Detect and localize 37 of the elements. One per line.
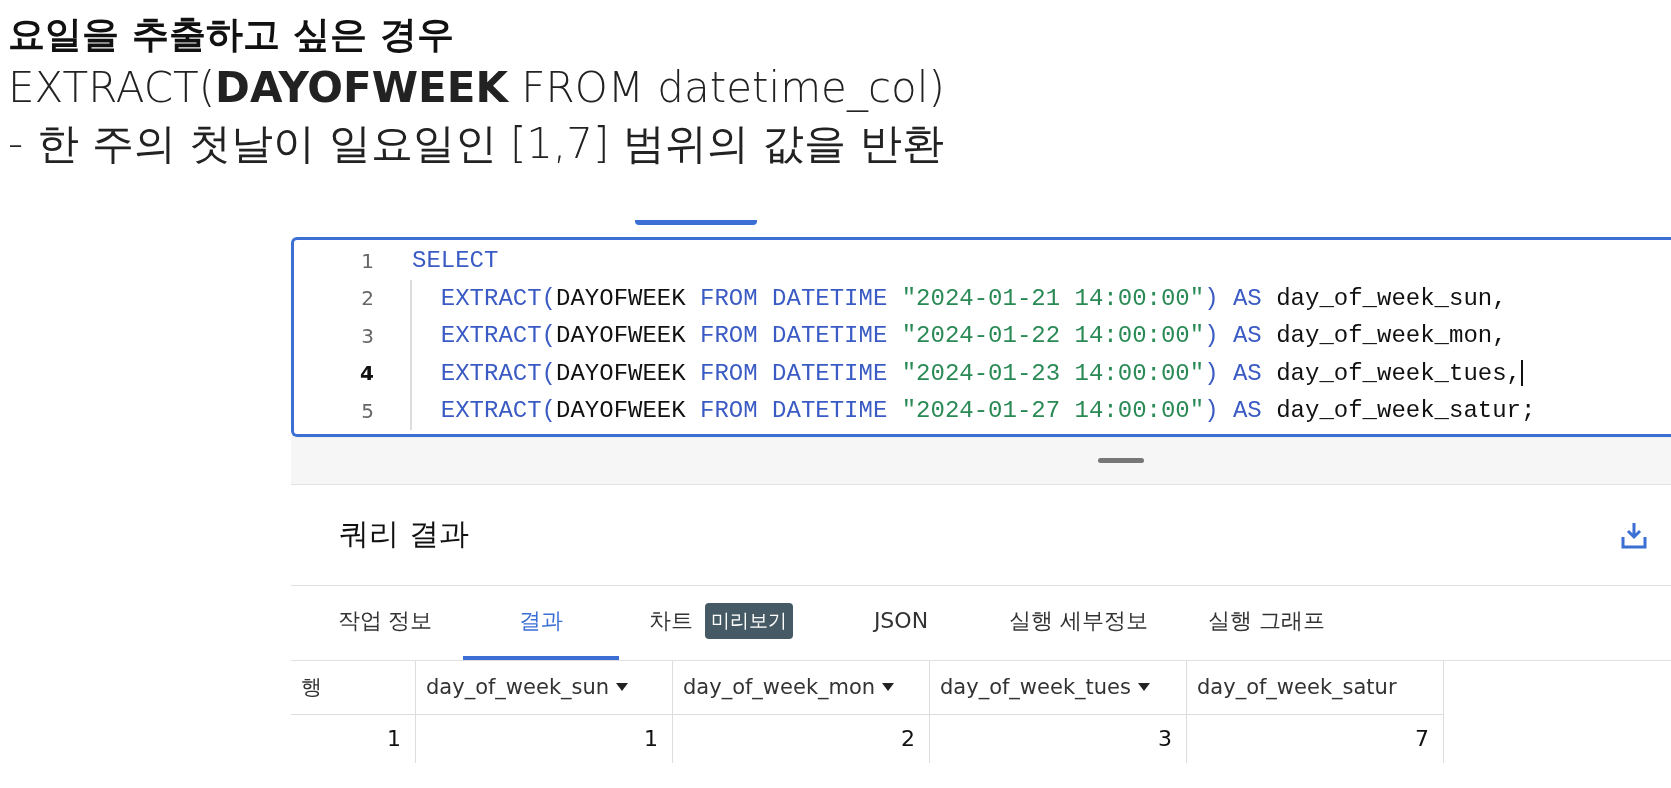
preview-badge: 미리보기 <box>705 602 793 639</box>
caret-icon[interactable] <box>615 682 630 692</box>
column-header[interactable]: day_of_week_tues <box>940 675 1131 699</box>
column-header[interactable]: day_of_week_sun <box>426 675 610 699</box>
slide-title: 요일을 추출하고 싶은 경우 <box>8 12 455 58</box>
table-cell: 7 <box>1415 726 1429 751</box>
caret-icon[interactable] <box>1136 682 1151 692</box>
results-tab[interactable]: 실행 그래프 <box>1178 585 1355 660</box>
column-header[interactable]: 행 <box>301 673 322 701</box>
column-header[interactable]: day_of_week_satur <box>1197 675 1397 699</box>
line-number: 2 <box>360 286 375 311</box>
line-number: 3 <box>360 323 375 348</box>
results-tab[interactable]: 작업 정보 <box>307 585 463 660</box>
results-tab[interactable]: 결과 <box>463 585 619 660</box>
code-line: SELECT <box>411 246 499 277</box>
table-cell: 2 <box>901 726 915 751</box>
splitter-bar[interactable] <box>291 436 1671 485</box>
note-text: - 한 주의 첫날이 일요일인 [1,7] 범위의 값을 반환 <box>8 118 945 170</box>
code-line: EXTRACT(DAYOFWEEK FROM DATETIME "2024-01-22 14:00:00") AS day_of_week_mon, <box>410 317 1507 355</box>
results-tab[interactable]: 차트 미리보기 <box>619 585 823 660</box>
line-number: 4 <box>359 361 375 386</box>
results-tab[interactable]: 실행 세부정보 <box>979 585 1178 660</box>
table-cell: 3 <box>1158 726 1172 751</box>
drag-handle[interactable] <box>1098 458 1144 463</box>
code-line: EXTRACT(DAYOFWEEK FROM DATETIME "2024-01-27 14:00:00") AS day_of_week_satur; <box>410 392 1536 430</box>
code-line: EXTRACT(DAYOFWEEK FROM DATETIME "2024-01-21 14:00:00") AS day_of_week_sun, <box>410 279 1507 317</box>
syntax-line: EXTRACT(DAYOFWEEK FROM datetime_col) <box>8 62 946 114</box>
table-cell: 1 <box>387 726 401 751</box>
line-number: 5 <box>360 398 375 423</box>
results-title: 쿼리 결과 <box>339 515 469 553</box>
table-cell: 1 <box>644 726 658 751</box>
code-line: EXTRACT(DAYOFWEEK FROM DATETIME "2024-01-23 14:00:00") AS day_of_week_tues, <box>410 354 1523 392</box>
column-header[interactable]: day_of_week_mon <box>683 675 876 699</box>
caret-icon[interactable] <box>881 682 896 692</box>
line-number: 1 <box>360 248 375 273</box>
results-tab[interactable]: JSON <box>823 585 979 660</box>
download-icon[interactable] <box>1621 520 1647 549</box>
